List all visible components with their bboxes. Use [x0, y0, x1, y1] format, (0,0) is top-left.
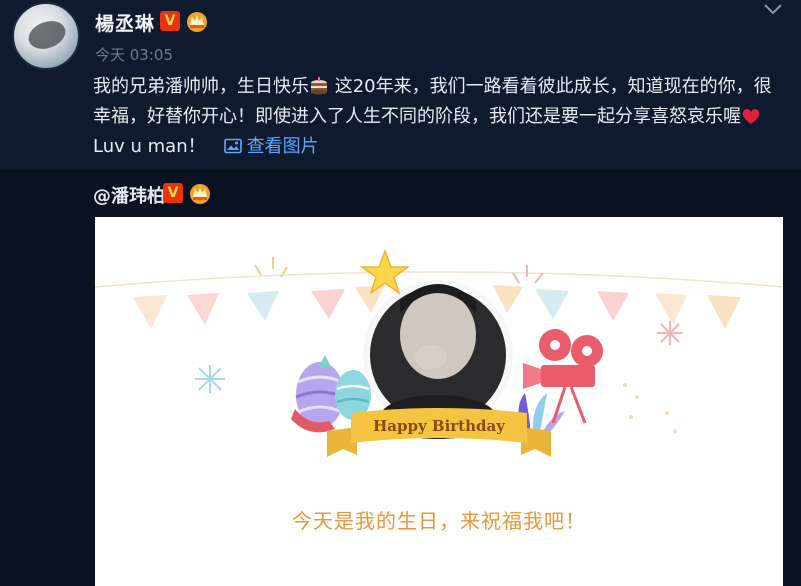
crown-icon — [190, 184, 210, 204]
author-avatar[interactable] — [12, 2, 80, 70]
chevron-down-icon[interactable] — [763, 2, 783, 16]
banner-text: Happy Birthday — [373, 417, 506, 435]
heart-emoji-icon — [742, 109, 760, 124]
bunting-flag — [597, 291, 629, 321]
birthday-card[interactable]: Happy Birthday 今天是我的生日，来祝福我吧！ — [95, 217, 783, 586]
bunting-flag — [311, 289, 345, 319]
mention-verified-badge: V — [163, 183, 183, 203]
bunting-flag — [655, 293, 687, 325]
cake-emoji-icon — [311, 77, 327, 95]
weibo-post: 楊丞琳 V 今天 03:05 我的兄弟潘帅帅，生日快乐 这20年来，我们一路看着… — [0, 0, 801, 586]
camera-icon — [523, 329, 603, 424]
bunting-flag — [247, 291, 279, 321]
sparkle-blue — [195, 365, 225, 393]
sparkle-left — [254, 257, 288, 278]
verified-badge: V — [160, 11, 180, 31]
bunting-flag — [133, 295, 167, 329]
author-name[interactable]: 楊丞琳 — [95, 9, 155, 36]
post-text-part3: Luv u man！ — [93, 136, 206, 157]
sparkle-dots — [623, 383, 677, 433]
view-image-label: 查看图片 — [246, 136, 319, 157]
post-text-part1: 我的兄弟潘帅帅，生日快乐 — [93, 76, 309, 97]
bunting-flag — [535, 289, 569, 319]
repost-mention[interactable]: @潘玮柏 — [93, 182, 165, 208]
card-caption: 今天是我的生日，来祝福我吧！ — [292, 509, 586, 533]
image-icon — [223, 138, 242, 154]
view-image-link[interactable]: 查看图片 — [223, 136, 319, 157]
post-content: 我的兄弟潘帅帅，生日快乐 这20年来，我们一路看着彼此成长，知道现在的你，很幸福… — [93, 72, 783, 162]
sparkle-pink — [657, 321, 683, 345]
crown-icon — [187, 12, 207, 32]
post-timestamp[interactable]: 今天 03:05 — [95, 44, 173, 65]
bunting-flag — [187, 293, 219, 325]
bunting-flag — [707, 295, 741, 329]
bunting-flag — [493, 285, 523, 313]
